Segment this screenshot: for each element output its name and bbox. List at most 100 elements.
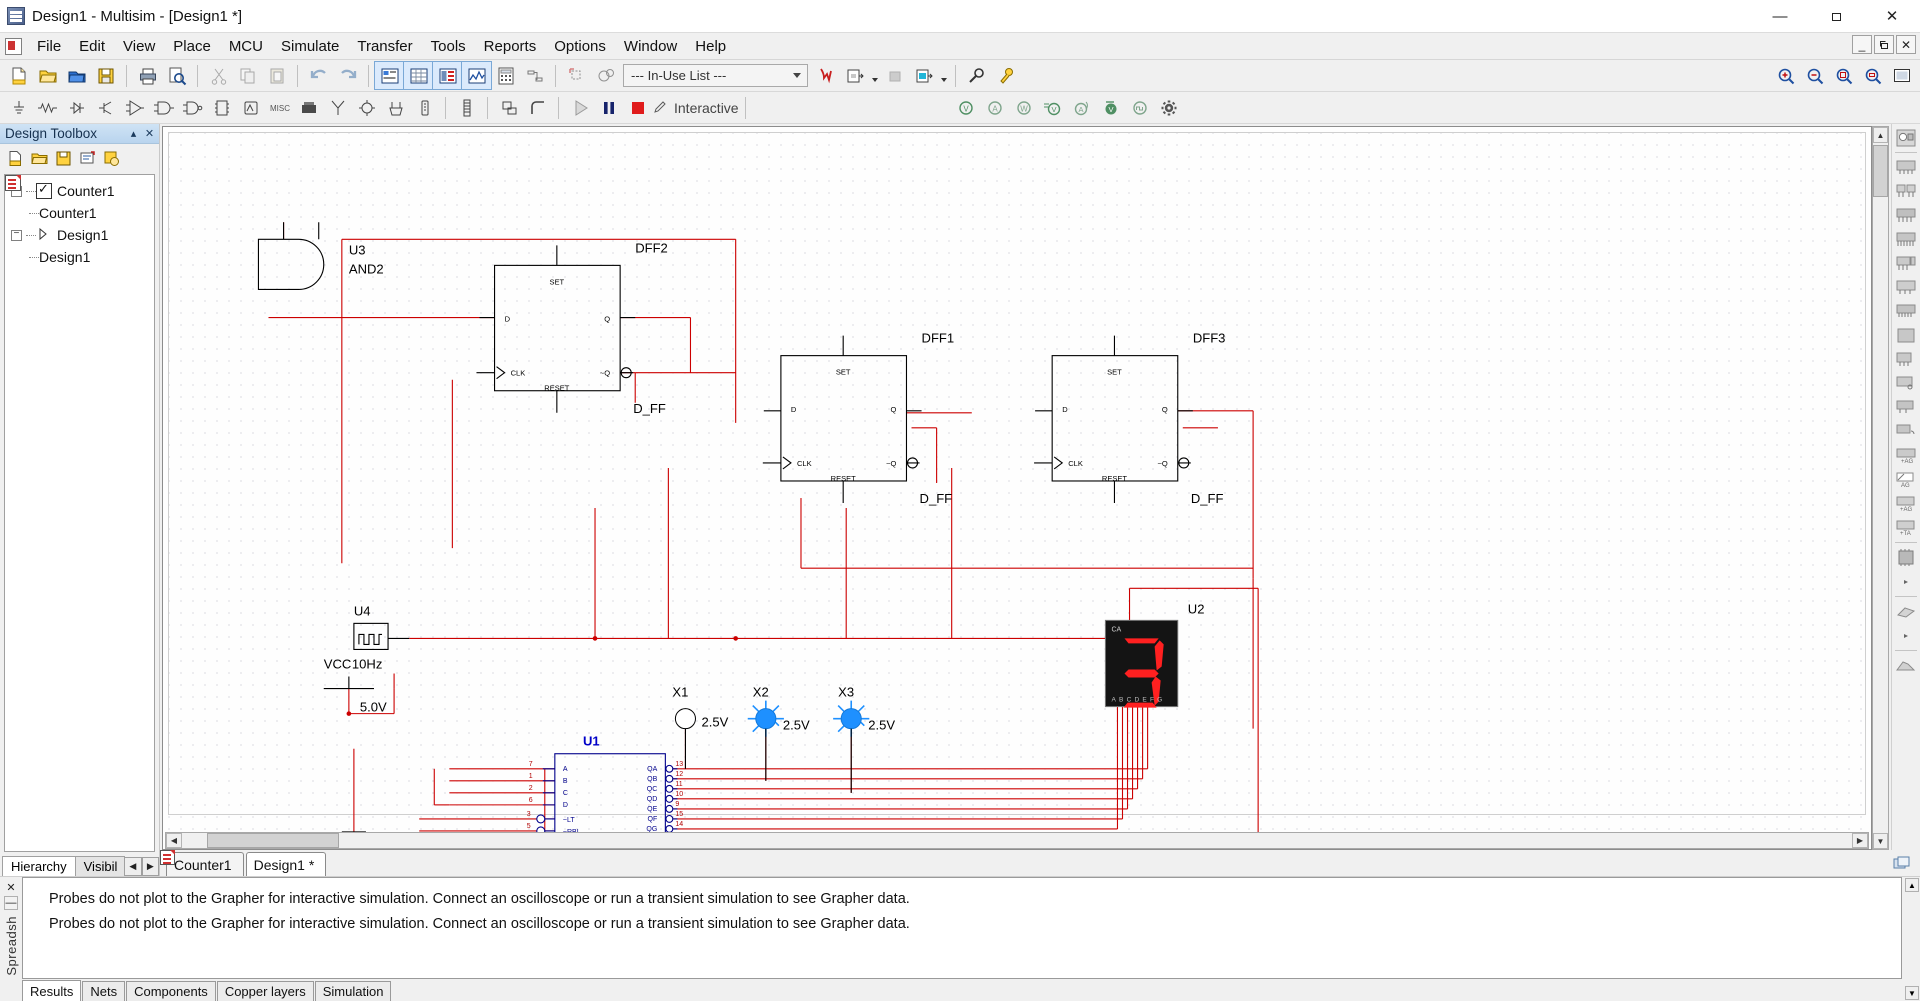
rail-instrument-button[interactable] (1893, 126, 1919, 149)
rail-ic-14-button[interactable]: AG (1893, 468, 1919, 491)
rail-ic-2-button[interactable] (1893, 180, 1919, 203)
menu-file[interactable]: File (28, 34, 70, 59)
spreadsheet-scrollbar[interactable]: ▲ ▼ (1905, 877, 1920, 1001)
find-button[interactable] (962, 62, 991, 89)
probe-settings-gear-button[interactable] (1155, 94, 1184, 121)
place-mixed-button[interactable] (236, 94, 265, 121)
voltage-probe-button[interactable]: V (952, 94, 981, 121)
menu-reports[interactable]: Reports (475, 34, 546, 59)
rename-sheet-button[interactable] (76, 147, 98, 169)
undo-button[interactable] (304, 62, 333, 89)
help-key-button[interactable] (991, 62, 1020, 89)
scroll-up-button[interactable]: ▲ (1873, 127, 1888, 143)
tree-node-design1-root[interactable]: − Design1 (5, 224, 154, 246)
full-screen-button[interactable] (1887, 62, 1916, 89)
differential-voltage-probe-button[interactable]: V (1039, 94, 1068, 121)
place-bus-button[interactable] (523, 94, 552, 121)
tree-node-counter1-root[interactable]: − Counter1 (5, 180, 154, 202)
rail-ic-16-button[interactable]: +TA (1893, 516, 1919, 539)
rail-ic-12-button[interactable] (1893, 420, 1919, 443)
scroll-down-button[interactable]: ▼ (1905, 986, 1919, 1000)
import-netlist-dropdown[interactable] (938, 62, 949, 89)
rail-ic-11-button[interactable] (1893, 396, 1919, 419)
save-button[interactable] (91, 62, 120, 89)
paste-button[interactable] (262, 62, 291, 89)
design-hierarchy-tree[interactable]: − Counter1 Counter1 − Design1 (4, 174, 155, 852)
rail-connector-button[interactable] (1893, 600, 1919, 623)
place-source-button[interactable] (4, 94, 33, 121)
new-document-button[interactable] (4, 62, 33, 89)
menu-tools[interactable]: Tools (422, 34, 475, 59)
rail-ic-8-button[interactable] (1893, 324, 1919, 347)
rail-misc-button[interactable] (1893, 654, 1919, 677)
power-probe-button[interactable]: W (1010, 94, 1039, 121)
tab-components[interactable]: Components (126, 981, 216, 1001)
expand-collapse-icon[interactable]: − (11, 229, 22, 241)
menu-help[interactable]: Help (686, 34, 735, 59)
zoom-out-button[interactable] (1800, 62, 1829, 89)
new-sheet-button[interactable] (4, 147, 26, 169)
erc-button[interactable] (520, 62, 549, 89)
menu-transfer[interactable]: Transfer (348, 34, 421, 59)
place-indicator-button[interactable]: MISC (265, 94, 294, 121)
in-use-list-select[interactable]: --- In-Use List --- (623, 64, 808, 87)
spreadsheet-minimize-button[interactable]: — (4, 896, 18, 910)
refresh-tree-button[interactable] (100, 147, 122, 169)
print-button[interactable] (133, 62, 162, 89)
place-power-button[interactable] (294, 94, 323, 121)
mdi-close-button[interactable]: ✕ (1896, 35, 1916, 54)
pause-simulation-button[interactable] (594, 94, 623, 121)
results-message-panel[interactable]: Probes do not plot to the Grapher for in… (22, 877, 1902, 979)
back-annotate-button[interactable] (591, 62, 620, 89)
place-diode-button[interactable] (62, 94, 91, 121)
vertical-scroll-thumb[interactable] (1873, 145, 1888, 197)
save-sheet-button[interactable] (52, 147, 74, 169)
cut-button[interactable] (204, 62, 233, 89)
simulation-mode[interactable]: Interactive (652, 100, 739, 116)
rail-ic-15-button[interactable]: +AG (1893, 492, 1919, 515)
place-connector-button[interactable] (452, 94, 481, 121)
ultiboard-transfer-button[interactable] (811, 62, 840, 89)
place-ni-components-button[interactable] (410, 94, 439, 121)
zoom-fit-button[interactable] (1858, 62, 1887, 89)
mdi-restore-button[interactable] (1874, 35, 1894, 54)
rail-ic-7-button[interactable] (1893, 300, 1919, 323)
menu-place[interactable]: Place (164, 34, 220, 59)
open-samples-button[interactable] (62, 62, 91, 89)
rail-ic-3-button[interactable] (1893, 204, 1919, 227)
place-basic-button[interactable] (33, 94, 62, 121)
maximize-button[interactable] (1808, 0, 1864, 33)
tab-nets[interactable]: Nets (82, 981, 126, 1001)
rail-mcu-dropdown[interactable] (1893, 570, 1919, 593)
reference-voltage-probe-button[interactable]: V (1097, 94, 1126, 121)
place-cmos-button[interactable] (178, 94, 207, 121)
menu-options[interactable]: Options (545, 34, 615, 59)
open-sheet-button[interactable] (28, 147, 50, 169)
tree-node-counter1-sheet[interactable]: Counter1 (5, 175, 154, 224)
zoom-in-button[interactable] (1771, 62, 1800, 89)
document-tab-counter1[interactable]: Counter1 (160, 850, 244, 876)
zoom-area-button[interactable] (1829, 62, 1858, 89)
schematic-sheet-wrapper[interactable]: U3 AND2 SET D Q CLK ~Q RESET DFF2 D_FF S… (162, 126, 1872, 850)
minimize-button[interactable]: — (1752, 0, 1808, 33)
rail-ic-5-button[interactable] (1893, 252, 1919, 275)
close-icon[interactable]: ✕ (143, 127, 156, 140)
menu-window[interactable]: Window (615, 34, 686, 59)
stop-simulation-button[interactable] (623, 94, 652, 121)
open-folder-button[interactable] (33, 62, 62, 89)
tab-hierarchy[interactable]: Hierarchy (2, 856, 76, 876)
print-preview-button[interactable] (162, 62, 191, 89)
export-to-pcb-dropdown[interactable] (869, 62, 880, 89)
design-toolbox-toggle-button[interactable] (374, 61, 405, 90)
horizontal-scroll-thumb[interactable] (207, 833, 339, 848)
rail-ic-1-button[interactable] (1893, 156, 1919, 179)
scroll-left-button[interactable]: ◀ (166, 833, 182, 848)
grapher-toggle-button[interactable] (461, 61, 492, 90)
tab-scroll-next-button[interactable]: ▶ (141, 857, 159, 876)
run-simulation-button[interactable] (565, 94, 594, 121)
place-electromechanical-button[interactable] (381, 94, 410, 121)
rail-ic-9-button[interactable] (1893, 348, 1919, 371)
place-hierarchical-block-button[interactable] (494, 94, 523, 121)
copy-button[interactable] (233, 62, 262, 89)
capture-area-button[interactable] (562, 62, 591, 89)
